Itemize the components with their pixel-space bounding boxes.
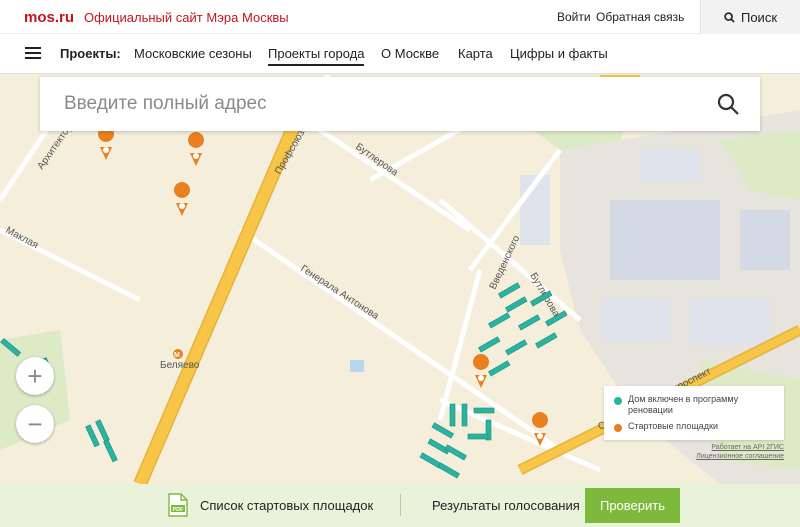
search-icon: [724, 11, 735, 23]
bottom-action-bar: PDF Список стартовых площадок Результаты…: [0, 484, 800, 527]
address-search-input[interactable]: [64, 93, 684, 115]
voting-results-label: Результаты голосования: [432, 498, 580, 513]
bottom-divider: [400, 494, 401, 516]
starting-sites-list-link[interactable]: Список стартовых площадок: [200, 498, 373, 513]
login-link[interactable]: Войти: [557, 10, 591, 24]
nav-item-city-projects[interactable]: Проекты города: [268, 46, 365, 66]
orange-dot-icon: [614, 424, 622, 432]
legend-item-starting-sites: Стартовые площадки: [614, 421, 774, 432]
site-title-link[interactable]: Официальный сайт Мэра Москвы: [84, 10, 289, 25]
menu-icon[interactable]: [25, 47, 41, 60]
address-search-box: [40, 77, 760, 131]
search-icon[interactable]: [716, 92, 740, 116]
metro-label: Беляево: [160, 360, 200, 371]
feedback-link[interactable]: Обратная связь: [596, 10, 684, 24]
pdf-file-icon[interactable]: PDF: [168, 493, 188, 517]
pdf-badge-label: PDF: [173, 507, 185, 513]
license-agreement-link[interactable]: Лицензионное соглашение: [696, 453, 784, 460]
projects-nav: Проекты: Московские сезоны Проекты город…: [0, 34, 800, 74]
header-search-button[interactable]: Поиск: [700, 0, 800, 34]
map-legend: Дом включен в программу реновации Старто…: [604, 386, 784, 440]
top-header: mos.ru Официальный сайт Мэра Москвы Войт…: [0, 0, 800, 34]
header-search-label: Поиск: [740, 9, 778, 25]
legend-label-renovation: Дом включен в программу реновации: [628, 394, 739, 415]
legend-label-starting-sites: Стартовые площадки: [628, 421, 718, 431]
teal-dot-icon: [614, 397, 622, 405]
nav-item-map[interactable]: Карта: [458, 46, 493, 61]
api-attribution-link[interactable]: Работает на API 2ГИС: [711, 444, 784, 451]
nav-item-about-moscow[interactable]: О Москве: [381, 46, 439, 61]
legend-item-renovation: Дом включен в программу реновации: [614, 394, 774, 416]
zoom-in-button[interactable]: +: [16, 357, 54, 395]
site-logo[interactable]: mos.ru: [24, 9, 74, 26]
zoom-out-button[interactable]: −: [16, 405, 54, 443]
check-button[interactable]: Проверить: [585, 488, 680, 523]
nav-item-facts[interactable]: Цифры и факты: [510, 46, 608, 61]
nav-item-moscow-seasons[interactable]: Московские сезоны: [134, 46, 252, 61]
svg-text:M: M: [174, 352, 180, 359]
nav-label: Проекты:: [60, 46, 121, 61]
